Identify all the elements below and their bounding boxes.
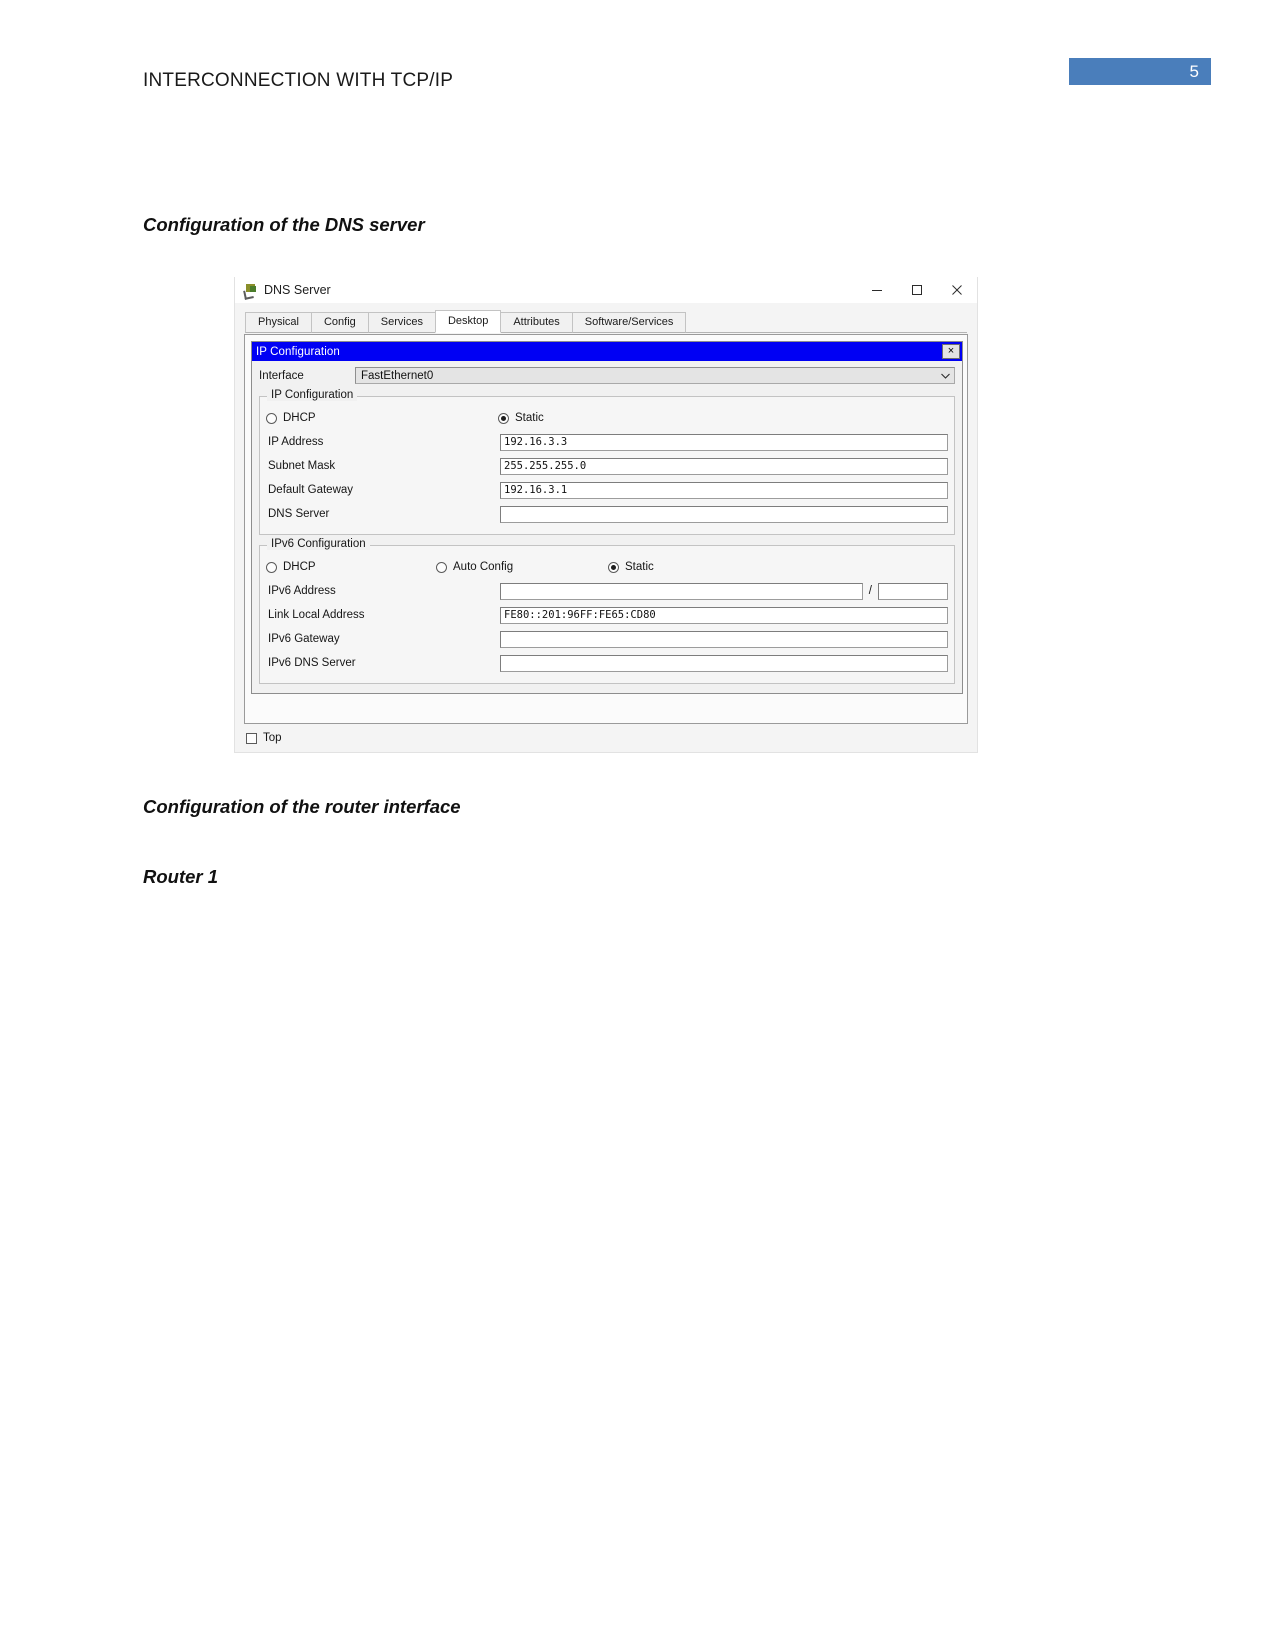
document-header-title: INTERCONNECTION WITH TCP/IP	[143, 70, 454, 91]
page-number: 5	[1189, 61, 1199, 81]
ip-configuration-title: IP Configuration	[256, 345, 340, 358]
window-titlebar: DNS Server	[235, 277, 977, 303]
ipv6-prefix-separator: /	[868, 585, 872, 597]
ipv6-radio-static-label: Static	[625, 561, 654, 573]
ip-address-label: IP Address	[268, 436, 324, 448]
interface-selected-value: FastEthernet0	[361, 369, 434, 382]
subnet-mask-label: Subnet Mask	[268, 460, 336, 472]
heading-router-1: Router 1	[143, 866, 219, 887]
ipv6-address-input[interactable]	[500, 582, 863, 600]
link-local-address-input[interactable]: FE80::201:96FF:FE65:CD80	[500, 606, 948, 624]
ipv6-gateway-row: IPv6 Gateway	[266, 628, 948, 650]
ip-configuration-close-icon[interactable]: ×	[942, 344, 960, 359]
ipv6-dns-server-input[interactable]	[500, 654, 948, 672]
ipv6-radio-auto-config-label: Auto Config	[453, 561, 514, 573]
ip-configuration-body: Interface FastEthernet0 IP Configuration	[252, 361, 962, 693]
window-footer: Top	[235, 724, 977, 752]
default-gateway-label: Default Gateway	[268, 484, 354, 496]
ipv6-dns-server-label: IPv6 DNS Server	[268, 657, 356, 669]
chevron-down-icon	[941, 368, 950, 383]
ipv4-radio-static-label: Static	[515, 412, 544, 424]
window-controls	[857, 277, 977, 303]
window-title: DNS Server	[264, 283, 331, 297]
ipv6-radio-dhcp[interactable]: DHCP	[266, 561, 436, 573]
checkbox-box-icon	[246, 732, 257, 744]
ipv6-radio-dhcp-label: DHCP	[283, 561, 316, 573]
tab-services[interactable]: Services	[367, 312, 436, 333]
link-local-address-label: Link Local Address	[268, 609, 365, 621]
close-icon[interactable]	[937, 277, 977, 303]
ipv4-radio-dhcp[interactable]: DHCP	[266, 412, 498, 424]
radio-dot-icon	[266, 561, 277, 573]
radio-dot-icon	[436, 561, 447, 573]
radio-dot-icon	[266, 412, 277, 424]
tab-physical[interactable]: Physical	[245, 312, 312, 333]
interface-row: Interface FastEthernet0	[259, 365, 955, 386]
ipv6-gateway-input[interactable]	[500, 630, 948, 648]
ipv6-prefix-input[interactable]	[878, 582, 948, 600]
ipv4-group-title: IP Configuration	[267, 389, 358, 401]
subnet-mask-value: 255.255.255.0	[504, 460, 587, 472]
tab-desktop[interactable]: Desktop	[434, 310, 502, 333]
dns-server-row: DNS Server	[266, 503, 948, 525]
dns-server-input[interactable]	[500, 505, 948, 523]
radio-dot-icon	[608, 561, 619, 573]
subnet-mask-row: Subnet Mask 255.255.255.0	[266, 455, 948, 477]
minimize-icon[interactable]	[857, 277, 897, 303]
page-number-badge: 5	[1069, 58, 1211, 85]
ipv6-gateway-label: IPv6 Gateway	[268, 633, 340, 645]
desktop-tab-panel: IP Configuration × Interface FastEtherne…	[244, 334, 968, 724]
ipv6-configuration-group: IPv6 Configuration DHCP Auto Config Stat…	[259, 538, 955, 684]
window-tabs: Physical Config Services Desktop Attribu…	[235, 310, 977, 333]
link-local-address-value: FE80::201:96FF:FE65:CD80	[504, 609, 656, 621]
radio-dot-icon	[498, 412, 509, 424]
default-gateway-input[interactable]: 192.16.3.1	[500, 481, 948, 499]
tab-attributes[interactable]: Attributes	[500, 312, 573, 333]
ipv6-radio-static[interactable]: Static	[608, 561, 654, 573]
tab-config[interactable]: Config	[310, 312, 369, 333]
ipv6-radio-auto-config[interactable]: Auto Config	[436, 561, 608, 573]
ipv4-radio-dhcp-label: DHCP	[283, 412, 316, 424]
ipv6-group-title: IPv6 Configuration	[267, 538, 370, 550]
heading-dns-server: Configuration of the DNS server	[143, 214, 425, 235]
link-local-address-row: Link Local Address FE80::201:96FF:FE65:C…	[266, 604, 948, 626]
ip-address-value: 192.16.3.3	[504, 436, 568, 448]
ip-address-input[interactable]: 192.16.3.3	[500, 433, 948, 451]
packet-tracer-device-icon	[243, 283, 257, 300]
default-gateway-row: Default Gateway 192.16.3.1	[266, 479, 948, 501]
subnet-mask-input[interactable]: 255.255.255.0	[500, 457, 948, 475]
ip-address-row: IP Address 192.16.3.3	[266, 431, 948, 453]
ipv6-address-label: IPv6 Address	[268, 585, 336, 597]
maximize-icon[interactable]	[897, 277, 937, 303]
ipv6-mode-radios: DHCP Auto Config Static	[266, 557, 948, 577]
ipv4-configuration-group: IP Configuration DHCP Static IP Address …	[259, 389, 955, 535]
ipv4-mode-radios: DHCP Static	[266, 408, 948, 428]
ipv4-radio-static[interactable]: Static	[498, 412, 544, 424]
interface-select[interactable]: FastEthernet0	[355, 367, 955, 384]
default-gateway-value: 192.16.3.1	[504, 484, 568, 496]
dns-server-label: DNS Server	[268, 508, 330, 520]
ip-configuration-panel: IP Configuration × Interface FastEtherne…	[251, 341, 963, 694]
interface-label: Interface	[259, 369, 304, 382]
ip-configuration-titlebar: IP Configuration ×	[252, 342, 962, 361]
heading-router-interface: Configuration of the router interface	[143, 796, 461, 817]
top-checkbox[interactable]: Top	[246, 732, 282, 744]
tab-software-services[interactable]: Software/Services	[571, 312, 687, 333]
top-checkbox-label: Top	[263, 732, 282, 744]
ipv6-dns-server-row: IPv6 DNS Server	[266, 652, 948, 674]
ipv6-address-row: IPv6 Address /	[266, 580, 948, 602]
dns-server-window: DNS Server Physical Config Services Desk…	[234, 277, 978, 753]
document-page: INTERCONNECTION WITH TCP/IP 5 Configurat…	[0, 0, 1275, 1650]
